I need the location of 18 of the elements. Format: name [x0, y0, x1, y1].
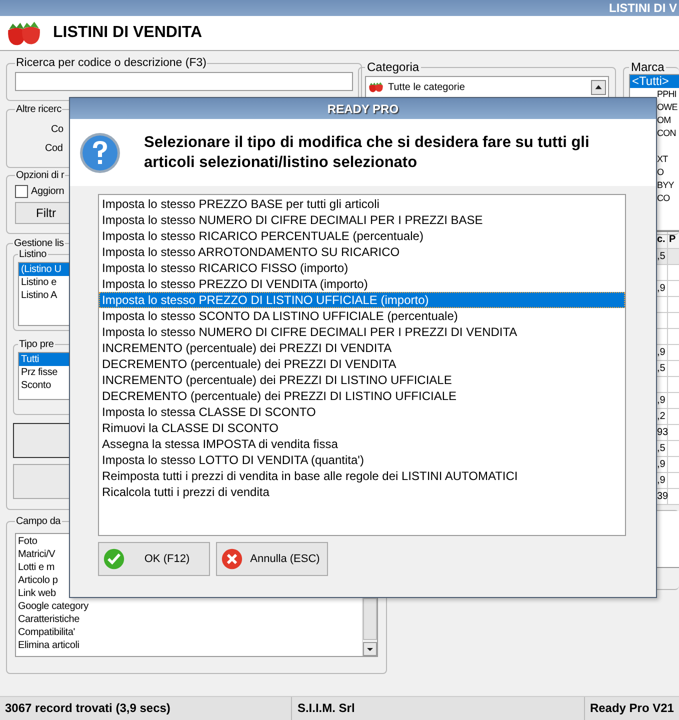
- group-label: Opzioni di r: [15, 170, 66, 181]
- group-label: Categoria: [366, 60, 420, 74]
- checkbox-label: Aggiorn: [31, 186, 64, 197]
- window-title: LISTINI DI V: [608, 1, 677, 15]
- page-title: LISTINI DI VENDITA: [53, 24, 202, 42]
- status-text: Ready Pro V21: [588, 700, 675, 717]
- group-label: Tipo pre: [18, 339, 55, 350]
- field-label: Co: [51, 124, 64, 135]
- status-text: S.I.I.M. Srl: [292, 697, 585, 720]
- dialog-title: READY PRO: [327, 102, 399, 116]
- group-label: Gestione lis: [13, 238, 65, 249]
- group-label: Campo da: [15, 516, 62, 527]
- group-label: Marca: [630, 60, 666, 74]
- group-label: Altre ricerc: [15, 104, 62, 115]
- group-label: Listino: [18, 249, 48, 260]
- dialog-message: Selezionare il tipo di modifica che si desidera fare su tutti gli articoli selezionati/listino selezionato: [144, 132, 590, 172]
- group-label: Ricerca per codice o descrizione (F3): [15, 57, 208, 69]
- status-text: 3067 record trovati (3,9 secs): [0, 697, 292, 720]
